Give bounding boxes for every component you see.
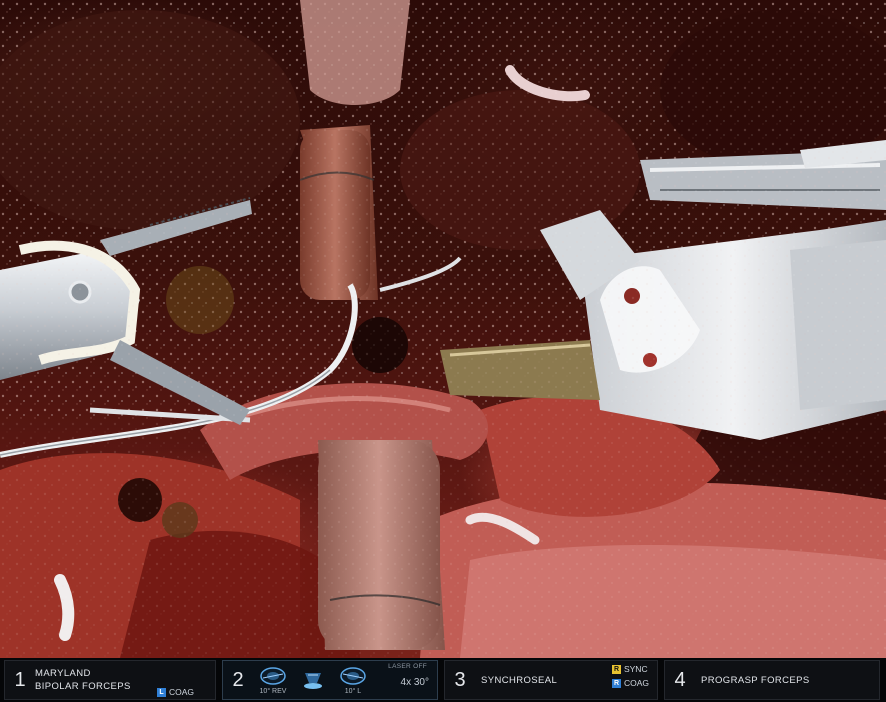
energy-mode-label: COAG: [169, 687, 195, 697]
coag-energy-badge: L COAG: [157, 687, 194, 697]
slot-number: 1: [14, 668, 26, 691]
endoscope-tip-icon: [260, 667, 286, 685]
sync-energy-badge: R SYNC: [611, 664, 649, 674]
energy-mode-label: COAG: [623, 678, 649, 688]
instrument-name-line2: BIPOLAR FORCEPS: [35, 681, 131, 692]
slot-number: 4: [674, 668, 686, 691]
instrument-slot-3[interactable]: 3 SYNCHROSEAL R SYNC R COAG: [444, 660, 658, 700]
camera-controls: 10° REV 10° L: [259, 665, 367, 695]
camera-right-caption: 10° L: [344, 688, 362, 695]
camera-angle-right[interactable]: 10° L: [339, 665, 367, 695]
slot-number: 2: [232, 668, 244, 691]
pedal-key-icon: R: [611, 664, 621, 674]
instrument-slot-4[interactable]: 4 PROGRASP FORCEPS: [664, 660, 880, 700]
camera-left-caption: 10° REV: [259, 688, 287, 695]
instrument-name: PROGRASP FORCEPS: [701, 674, 810, 686]
surgical-video-feed: [0, 0, 886, 658]
coag-energy-badge: R COAG: [611, 678, 649, 688]
camera-arm[interactable]: [299, 669, 327, 691]
energy-mode-label: SYNC: [623, 664, 648, 674]
zoom-level: 4x 30°: [400, 677, 429, 688]
instrument-slot-1[interactable]: 1 MARYLAND BIPOLAR FORCEPS L COAG: [4, 660, 216, 700]
pedal-key-icon: L: [157, 687, 166, 697]
slot-number: 3: [454, 668, 466, 691]
instrument-name: MARYLAND BIPOLAR FORCEPS: [35, 667, 131, 693]
pedal-key-icon: R: [611, 678, 621, 688]
endoscope-tip-icon: [340, 667, 366, 685]
camera-slot-2[interactable]: 2 10° REV 10° L LASER OFF 4x 30°: [222, 660, 438, 700]
energy-badges: R SYNC R COAG: [611, 664, 649, 688]
instrument-name: SYNCHROSEAL: [481, 674, 558, 686]
instrument-name-line1: MARYLAND: [35, 668, 91, 679]
instrument-status-bar: 1 MARYLAND BIPOLAR FORCEPS L COAG 2 10° …: [0, 658, 886, 702]
surgical-scene-graphic: [0, 0, 886, 658]
camera-angle-left[interactable]: 10° REV: [259, 665, 287, 695]
laser-status: LASER OFF: [388, 663, 427, 670]
camera-arm-icon: [304, 673, 322, 689]
